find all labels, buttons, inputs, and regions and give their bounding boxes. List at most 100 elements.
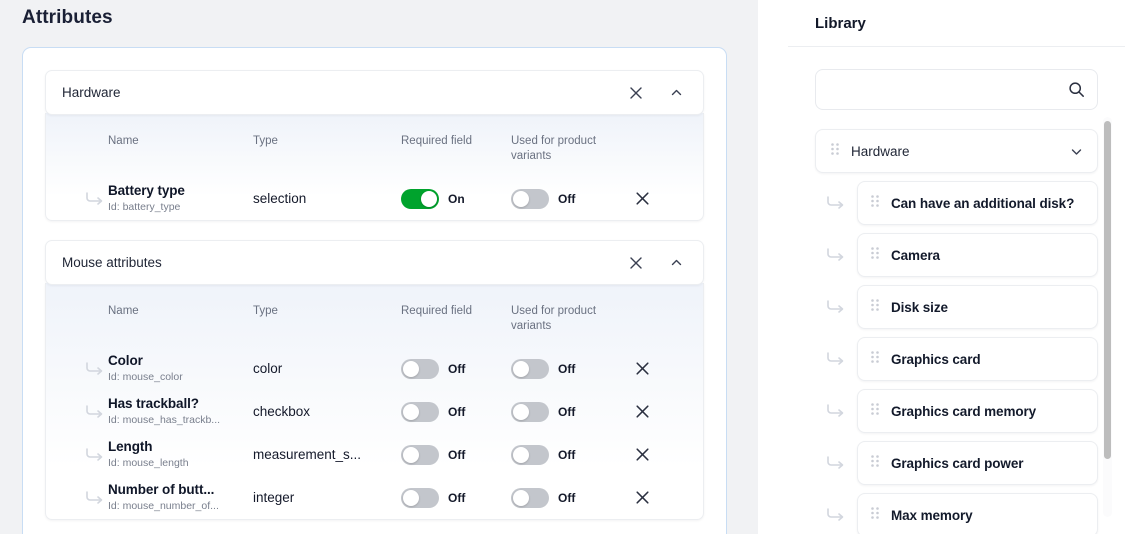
library-search-box[interactable] — [815, 69, 1098, 110]
attribute-id: Id: mouse_color — [108, 371, 253, 384]
library-item[interactable]: Graphics card power — [857, 441, 1098, 485]
library-item[interactable]: Can have an additional disk? — [857, 181, 1098, 225]
library-scroll-area: Hardware Can have an additional disk? Cam… — [788, 47, 1125, 534]
row-variants-cell: Off — [511, 390, 631, 433]
library-item[interactable]: Graphics card — [857, 337, 1098, 381]
corner-down-right-arrow-icon — [84, 489, 108, 507]
corner-down-right-arrow-icon — [84, 190, 108, 208]
library-item-label: Graphics card memory — [891, 403, 1036, 420]
row-delete-cell — [631, 347, 703, 390]
toggle-knob — [513, 361, 529, 377]
toggle-knob — [513, 490, 529, 506]
drag-handle-icon[interactable] — [871, 350, 879, 368]
row-type-cell: selection — [253, 177, 401, 220]
corner-down-right-arrow-icon — [815, 298, 857, 316]
product-variants-toggle-wrap: Off — [511, 402, 631, 422]
attributes-dropzone[interactable]: HardwareNameTypeRequired fieldUsed for p… — [22, 47, 727, 534]
attribute-group: Mouse attributes NameTypeRequired fieldUs… — [45, 240, 704, 520]
library-group-hardware[interactable]: Hardware — [815, 129, 1098, 173]
drag-handle-icon[interactable] — [871, 194, 879, 212]
row-delete-cell — [631, 177, 703, 220]
required-field-toggle[interactable] — [401, 402, 439, 422]
group-body: NameTypeRequired fieldUsed for product v… — [45, 113, 704, 221]
col-name: Name — [108, 117, 253, 177]
library-item[interactable]: Max memory — [857, 493, 1098, 534]
row-variants-cell: Off — [511, 476, 631, 519]
library-scrollbar-thumb[interactable] — [1104, 121, 1111, 459]
search-icon[interactable] — [1068, 81, 1085, 98]
collapse-group-button[interactable] — [663, 250, 689, 276]
required-field-toggle-wrap: Off — [401, 488, 511, 508]
row-delete-cell — [631, 476, 703, 519]
required-field-toggle-wrap: Off — [401, 359, 511, 379]
table-header-row: NameTypeRequired fieldUsed for product v… — [46, 287, 703, 347]
remove-attribute-button[interactable] — [631, 487, 653, 509]
row-name-cell: Has trackball?Id: mouse_has_trackb... — [108, 390, 253, 433]
drag-handle-icon[interactable] — [871, 454, 879, 472]
collapse-group-button[interactable] — [663, 80, 689, 106]
product-variants-toggle[interactable] — [511, 359, 549, 379]
search-input[interactable] — [830, 82, 1068, 97]
library-item[interactable]: Graphics card memory — [857, 389, 1098, 433]
col-name: Name — [108, 287, 253, 347]
chevron-down-icon[interactable] — [1069, 144, 1084, 159]
product-variants-toggle[interactable] — [511, 402, 549, 422]
table-row: LengthId: mouse_lengthmeasurement_s...Of… — [46, 433, 703, 476]
row-required-cell: Off — [401, 476, 511, 519]
drag-handle-icon[interactable] — [871, 246, 879, 264]
corner-down-right-arrow-icon — [84, 403, 108, 421]
row-arrow-cell — [46, 390, 108, 433]
required-field-toggle[interactable] — [401, 488, 439, 508]
col-spacer — [46, 287, 108, 347]
required-field-toggle-label: Off — [448, 491, 465, 505]
product-variants-toggle[interactable] — [511, 445, 549, 465]
required-field-toggle-label: Off — [448, 362, 465, 376]
attribute-type: checkbox — [253, 404, 401, 419]
library-item-row: Disk size — [815, 285, 1098, 329]
drag-handle-icon[interactable] — [871, 298, 879, 316]
group-title: Mouse attributes — [62, 255, 623, 270]
remove-attribute-button[interactable] — [631, 358, 653, 380]
required-field-toggle[interactable] — [401, 189, 439, 209]
remove-group-button[interactable] — [623, 250, 649, 276]
attribute-type: measurement_s... — [253, 447, 401, 462]
attribute-name: Color — [108, 353, 253, 369]
table-row: Number of butt...Id: mouse_number_of...i… — [46, 476, 703, 519]
drag-handle-icon[interactable] — [871, 506, 879, 524]
row-arrow-cell — [46, 347, 108, 390]
toggle-knob — [513, 191, 529, 207]
library-item-row: Can have an additional disk? — [815, 181, 1098, 225]
row-required-cell: Off — [401, 433, 511, 476]
required-field-toggle-label: On — [448, 192, 465, 206]
library-gutter — [758, 0, 788, 534]
library-item[interactable]: Camera — [857, 233, 1098, 277]
col-actions — [631, 287, 703, 347]
remove-group-button[interactable] — [623, 80, 649, 106]
drag-handle-icon[interactable] — [871, 402, 879, 420]
library-item-row: Max memory — [815, 493, 1098, 534]
group-header[interactable]: Hardware — [45, 70, 704, 115]
product-variants-toggle[interactable] — [511, 488, 549, 508]
toggle-knob — [513, 447, 529, 463]
required-field-toggle[interactable] — [401, 359, 439, 379]
library-item-label: Camera — [891, 247, 940, 264]
remove-attribute-button[interactable] — [631, 444, 653, 466]
attribute-name: Battery type — [108, 183, 253, 199]
corner-down-right-arrow-icon — [815, 454, 857, 472]
library-scrollbar-track[interactable] — [1103, 117, 1112, 517]
library-item[interactable]: Disk size — [857, 285, 1098, 329]
product-variants-toggle[interactable] — [511, 189, 549, 209]
row-name-cell: Battery typeId: battery_type — [108, 177, 253, 220]
library-item-row: Graphics card memory — [815, 389, 1098, 433]
col-variants: Used for product variants — [511, 287, 631, 347]
group-header[interactable]: Mouse attributes — [45, 240, 704, 285]
library-group-label: Hardware — [851, 144, 1069, 159]
remove-attribute-button[interactable] — [631, 188, 653, 210]
library-item-row: Camera — [815, 233, 1098, 277]
remove-attribute-button[interactable] — [631, 401, 653, 423]
library-item-row: Graphics card power — [815, 441, 1098, 485]
col-required: Required field — [401, 117, 511, 177]
required-field-toggle[interactable] — [401, 445, 439, 465]
row-required-cell: Off — [401, 347, 511, 390]
drag-handle-icon[interactable] — [831, 142, 839, 160]
